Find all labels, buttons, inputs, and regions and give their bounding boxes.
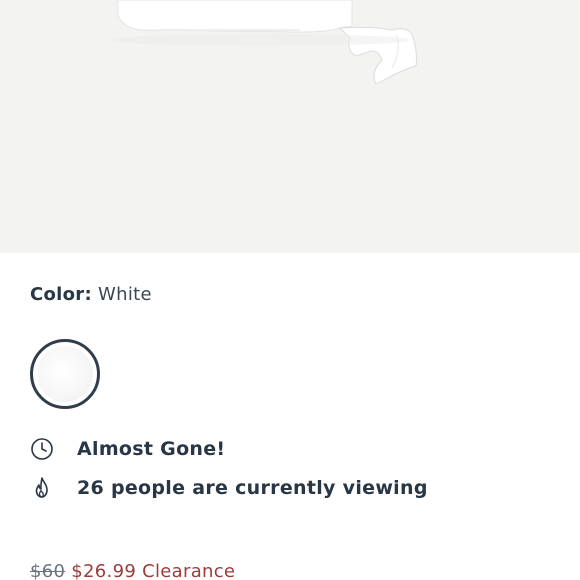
product-photo-shirt (110, 0, 417, 85)
clock-icon (30, 437, 54, 461)
viewing-count-text: 26 people are currently viewing (77, 477, 428, 499)
original-price: $60 (30, 561, 66, 580)
sale-price: $26.99 (71, 561, 137, 580)
clearance-label: Clearance (142, 561, 236, 580)
almost-gone-text: Almost Gone! (77, 438, 226, 460)
price-block: $60 $26.99 Clearance (30, 561, 235, 580)
color-swatch-white[interactable] (30, 339, 100, 409)
color-label: Color: (30, 284, 92, 305)
color-selection-label: Color: White (30, 284, 152, 305)
flame-icon (30, 476, 54, 500)
almost-gone-status: Almost Gone! (30, 437, 225, 461)
swatch-fill (37, 346, 93, 402)
color-value: White (98, 284, 152, 305)
product-page: Color: White Almost Gone! 26 people are … (0, 0, 580, 580)
viewing-count-status: 26 people are currently viewing (30, 476, 428, 500)
product-image[interactable] (0, 0, 580, 253)
